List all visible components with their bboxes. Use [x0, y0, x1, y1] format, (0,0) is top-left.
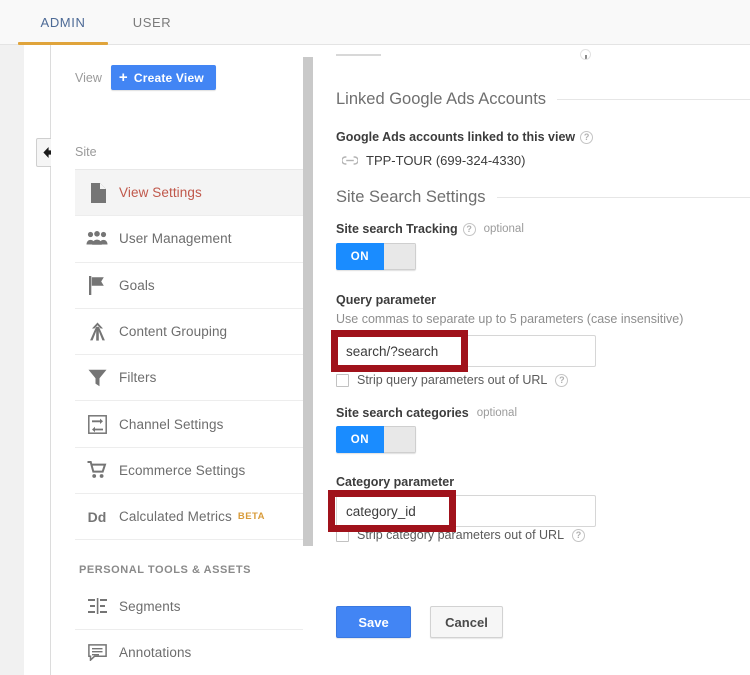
dd-text-icon: Dd [87, 508, 107, 525]
sidebar-item-content-grouping[interactable]: Content Grouping [75, 309, 303, 356]
strip-query-parameters-label: Strip query parameters out of URL [357, 373, 548, 387]
section-rule [496, 197, 750, 198]
strip-category-parameters-label: Strip category parameters out of URL [357, 528, 565, 542]
sidebar-item-filters[interactable]: Filters [75, 355, 303, 402]
section-rule [557, 99, 750, 100]
merge-arrow-icon [75, 322, 119, 341]
strip-query-parameters-row[interactable]: Strip query parameters out of URL ? [336, 373, 569, 387]
category-parameter-input[interactable] [336, 495, 596, 527]
site-search-tracking-label: Site search Tracking ? optional [336, 222, 524, 236]
beta-badge: BETA [237, 511, 265, 523]
top-tab-bar: ADMIN USER [0, 0, 750, 45]
create-view-button-label: Create View [133, 70, 204, 85]
vertical-scrollbar-thumb[interactable] [303, 57, 313, 546]
settings-content-panel: Linked Google Ads Accounts Google Ads ac… [314, 45, 750, 675]
linked-account-name: TPP-TOUR (699-324-4330) [366, 153, 526, 168]
cancel-button[interactable]: Cancel [430, 606, 503, 638]
query-parameter-label: Query parameter [336, 293, 436, 307]
link-icon [342, 156, 358, 165]
sidebar-item-label: Channel Settings [119, 416, 224, 432]
toggle-knob [384, 426, 416, 453]
category-parameter-label-text: Category parameter [336, 475, 455, 489]
toggle-on-label: ON [336, 426, 384, 453]
sidebar-item-view-settings[interactable]: View Settings [75, 170, 303, 217]
view-nav-list: View Settings User Management Goals Cont… [75, 170, 303, 675]
sidebar-item-label: Goals [119, 277, 155, 293]
shopping-cart-icon [75, 461, 119, 479]
comment-icon [75, 643, 119, 661]
personal-tools-section-heading: PERSONAL TOOLS & ASSETS [79, 564, 251, 577]
sidebar-item-label: Segments [119, 598, 181, 614]
help-icon[interactable]: ? [572, 528, 586, 542]
create-view-button[interactable]: + Create View [110, 65, 216, 90]
sidebar-item-annotations[interactable]: Annotations [75, 630, 303, 675]
query-parameter-label-text: Query parameter [336, 293, 437, 307]
site-search-tracking-toggle[interactable]: ON [336, 243, 416, 270]
channel-arrows-icon [75, 414, 119, 434]
tab-user[interactable]: USER [118, 0, 186, 45]
linked-ads-section-header: Linked Google Ads Accounts [336, 90, 750, 109]
linked-ads-field-label: Google Ads accounts linked to this view … [336, 130, 594, 144]
help-icon[interactable]: ? [555, 373, 569, 387]
funnel-icon [75, 369, 119, 387]
site-search-section-header: Site Search Settings [336, 188, 750, 207]
left-gutter [0, 45, 24, 675]
sidebar-item-label: Ecommerce Settings [119, 462, 246, 478]
segments-icon [75, 598, 119, 615]
query-parameter-help-text: Use commas to separate up to 5 parameter… [336, 312, 684, 326]
strip-category-parameters-row[interactable]: Strip category parameters out of URL ? [336, 528, 586, 542]
save-button[interactable]: Save [336, 606, 411, 638]
toggle-on-label: ON [336, 243, 384, 270]
clipped-toggle-top [336, 54, 381, 56]
optional-tag: optional [476, 407, 518, 419]
optional-tag: optional [483, 223, 524, 235]
sidebar-item-label: Filters [119, 370, 157, 386]
linked-ads-section-title: Linked Google Ads Accounts [336, 90, 547, 108]
tab-admin-label: ADMIN [40, 15, 86, 30]
site-search-categories-label-text: Site search categories [336, 406, 469, 420]
site-label: Site [75, 145, 97, 159]
sidebar-item-user-management[interactable]: User Management [75, 216, 303, 263]
query-parameter-input[interactable] [336, 335, 596, 367]
sidebar-item-calculated-metrics[interactable]: Dd Calculated Metrics BETA [75, 494, 303, 541]
admin-view-settings-screen: ADMIN USER View + Create View Site View … [0, 0, 750, 675]
toggle-knob [384, 243, 416, 270]
flag-icon [75, 275, 119, 295]
sidebar-item-goals[interactable]: Goals [75, 263, 303, 309]
help-icon[interactable]: ? [580, 130, 594, 144]
sidebar-item-label: Content Grouping [119, 324, 228, 340]
sidebar-item-label: View Settings [119, 185, 202, 201]
view-label: View [75, 70, 102, 85]
tab-admin[interactable]: ADMIN [18, 0, 108, 45]
sidebar-item-label: Annotations [119, 644, 192, 660]
form-action-buttons: Save Cancel [336, 606, 503, 638]
sidebar-item-label: Calculated Metrics [119, 509, 232, 525]
plus-icon: + [118, 69, 128, 86]
strip-category-parameters-checkbox[interactable] [336, 528, 349, 542]
sidebar-item-label: User Management [119, 231, 232, 247]
document-icon [75, 182, 119, 203]
site-search-tracking-label-text: Site search Tracking [336, 222, 458, 236]
tab-user-label: USER [132, 15, 172, 30]
site-search-categories-toggle[interactable]: ON [336, 426, 416, 453]
linked-account-row: TPP-TOUR (699-324-4330) [342, 153, 525, 168]
sidebar-item-channel-settings[interactable]: Channel Settings [75, 401, 303, 448]
site-search-categories-label: Site search categories optional [336, 406, 517, 420]
clipped-help-icon-top [580, 49, 591, 60]
sidebar-item-ecommerce-settings[interactable]: Ecommerce Settings [75, 448, 303, 495]
people-icon [75, 231, 119, 246]
category-parameter-label: Category parameter [336, 475, 454, 489]
strip-query-parameters-checkbox[interactable] [336, 373, 349, 387]
view-create-row: View + Create View [75, 65, 216, 90]
site-search-section-title: Site Search Settings [336, 188, 486, 206]
view-nav-panel: View + Create View Site View Settings Us… [51, 45, 303, 675]
linked-ads-field-label-text: Google Ads accounts linked to this view [336, 130, 576, 144]
sidebar-item-segments[interactable]: Segments [75, 583, 303, 630]
help-icon[interactable]: ? [462, 222, 476, 236]
